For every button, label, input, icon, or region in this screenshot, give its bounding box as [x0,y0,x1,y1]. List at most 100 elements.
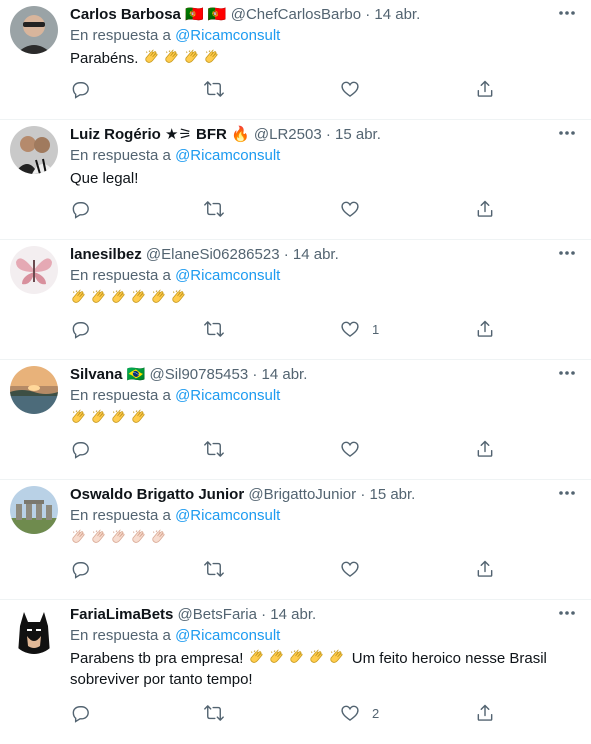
timestamp[interactable]: · 14 abr. [365,6,420,23]
display-name[interactable]: Carlos Barbosa [70,6,181,23]
share-button[interactable] [475,558,495,580]
retweet-button[interactable] [204,702,224,724]
avatar[interactable] [10,126,58,174]
tweet[interactable]: Oswaldo Brigatto Junior @BrigattoJunior … [0,480,591,600]
clap-emoji-row [143,50,223,67]
like-icon [340,439,360,459]
like-count: 2 [372,705,380,721]
reply-mention-link[interactable]: @Ricamconsult [175,387,280,404]
handle[interactable]: @ElaneSi06286523 [146,246,280,263]
clap-emoji-icon [183,49,201,65]
reply-icon [70,319,90,339]
clap-emoji-row [70,410,150,427]
reply-context: En respuesta a @Ricamconsult [70,26,280,46]
retweet-button[interactable] [204,318,224,340]
reply-button[interactable] [70,558,90,580]
reply-mention-link[interactable]: @Ricamconsult [175,267,280,284]
timestamp[interactable]: · 15 abr. [360,486,415,503]
like-button[interactable] [340,78,372,100]
tweet-actions: 1 [70,318,500,340]
reply-mention-link[interactable]: @Ricamconsult [175,147,280,164]
tweet-header: Silvana 🇧🇷 @Sil90785453 · 14 abr. [70,365,307,385]
timestamp[interactable]: · 14 abr. [252,366,307,383]
display-name[interactable]: FariaLimaBets [70,606,173,623]
clap-emoji-icon [130,409,148,425]
tweet[interactable]: Carlos Barbosa 🇵🇹 🇵🇹 @ChefCarlosBarbo · … [0,0,591,120]
like-button[interactable]: 2 [340,702,379,724]
tweet-text: Parabéns. [70,48,560,69]
timestamp[interactable]: · 14 abr. [284,246,339,263]
share-button[interactable] [475,702,495,724]
display-name[interactable]: Oswaldo Brigatto Junior [70,486,244,503]
handle[interactable]: @Sil90785453 [150,366,249,383]
like-button[interactable]: 1 [340,318,379,340]
clap-emoji-icon [203,49,221,65]
share-button[interactable] [475,78,495,100]
display-name[interactable]: Silvana 🇧🇷 [70,366,145,383]
timestamp[interactable]: · 14 abr. [261,606,316,623]
more-icon[interactable] [557,483,577,503]
tweet-text [70,288,560,309]
reply-button[interactable] [70,702,90,724]
more-icon[interactable] [557,243,577,263]
retweet-button[interactable] [204,78,224,100]
avatar[interactable] [10,6,58,54]
share-button[interactable] [475,438,495,460]
display-name[interactable]: lanesilbez [70,246,142,263]
display-name[interactable]: Luiz Rogério ★⚞ BFR 🔥 [70,126,250,143]
tweet-header: FariaLimaBets @BetsFaria · 14 abr. [70,605,316,625]
clap-emoji-icon [90,529,108,545]
like-button[interactable] [340,558,372,580]
share-icon [475,559,495,579]
retweet-button[interactable] [204,438,224,460]
retweet-icon [204,703,224,723]
like-button[interactable] [340,438,372,460]
reply-icon [70,79,90,99]
reply-context: En respuesta a @Ricamconsult [70,146,280,166]
retweet-icon [204,79,224,99]
reply-button[interactable] [70,318,90,340]
clap-emoji-icon [90,289,108,305]
handle[interactable]: @ChefCarlosBarbo [231,6,361,23]
tweet[interactable]: Silvana 🇧🇷 @Sil90785453 · 14 abr. En res… [0,360,591,480]
handle[interactable]: @LR2503 [254,126,322,143]
avatar[interactable] [10,366,58,414]
retweet-button[interactable] [204,558,224,580]
tweet-text [70,408,560,429]
clap-emoji-icon [90,409,108,425]
reply-context: En respuesta a @Ricamconsult [70,506,280,526]
more-icon[interactable] [557,603,577,623]
like-icon [340,559,360,579]
retweet-button[interactable] [204,198,224,220]
clap-emoji-icon [248,649,266,665]
share-icon [475,79,495,99]
retweet-icon [204,319,224,339]
reply-mention-link[interactable]: @Ricamconsult [175,627,280,644]
clap-emoji-icon [163,49,181,65]
reply-button[interactable] [70,78,90,100]
like-count: 1 [372,321,380,337]
timestamp[interactable]: · 15 abr. [326,126,381,143]
share-button[interactable] [475,318,495,340]
tweet[interactable]: lanesilbez @ElaneSi06286523 · 14 abr. En… [0,240,591,360]
reply-context: En respuesta a @Ricamconsult [70,386,280,406]
avatar[interactable] [10,486,58,534]
clap-emoji-icon [308,649,326,665]
more-icon[interactable] [557,363,577,383]
tweet[interactable]: Luiz Rogério ★⚞ BFR 🔥 @LR2503 · 15 abr. … [0,120,591,240]
share-icon [475,319,495,339]
reply-mention-link[interactable]: @Ricamconsult [175,27,280,44]
reply-button[interactable] [70,438,90,460]
more-icon[interactable] [557,123,577,143]
handle[interactable]: @BrigattoJunior [248,486,356,503]
tweet[interactable]: FariaLimaBets @BetsFaria · 14 abr. En re… [0,600,591,744]
more-icon[interactable] [557,3,577,23]
handle[interactable]: @BetsFaria [178,606,257,623]
avatar[interactable] [10,606,58,654]
reply-mention-link[interactable]: @Ricamconsult [175,507,280,524]
share-button[interactable] [475,198,495,220]
avatar[interactable] [10,246,58,294]
clap-emoji-icon [70,529,88,545]
reply-button[interactable] [70,198,90,220]
like-button[interactable] [340,198,372,220]
